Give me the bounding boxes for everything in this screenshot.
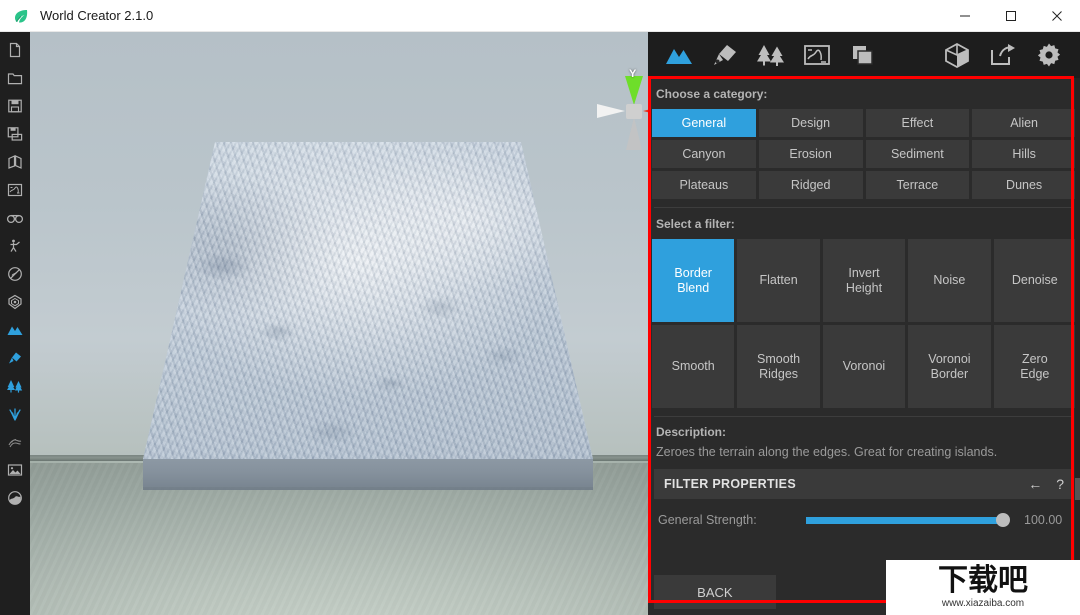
filter-button-voronoi[interactable]: Voronoi [823,325,905,408]
left-tool-rail [0,32,30,615]
watermark-text: 下载吧 [938,566,1028,596]
brush-icon[interactable] [0,344,30,372]
grass-icon[interactable] [0,400,30,428]
close-button[interactable] [1034,0,1080,32]
panel-body: Choose a category: General Design Effect… [648,78,1080,615]
general-strength-row: General Strength: 100.00 [648,499,1080,536]
leaf-logo-icon [10,5,32,27]
category-button-plateaus[interactable]: Plateaus [652,171,756,199]
filter-section-label: Select a filter: [648,208,1080,239]
description-label: Description: [648,417,1080,443]
right-panel: Choose a category: General Design Effect… [648,32,1080,615]
terrain-viewport[interactable]: Y X [30,32,648,615]
filter-button-border-blend[interactable]: BorderBlend [652,239,734,322]
import-heightmap-icon[interactable] [0,148,30,176]
camera-icon[interactable] [0,204,30,232]
category-grid: General Design Effect Alien Canyon Erosi… [648,109,1080,199]
filter-properties-title: FILTER PROPERTIES [664,477,796,491]
share-icon[interactable] [980,32,1026,78]
vegetation-tool-icon[interactable] [748,32,794,78]
title-bar: World Creator 2.1.0 [0,0,1080,32]
snow-mountain-terrain[interactable] [143,142,593,487]
panel-scrollbar-thumb[interactable] [1075,478,1080,500]
filter-button-denoise[interactable]: Denoise [994,239,1076,322]
category-button-effect[interactable]: Effect [866,109,970,137]
settings-gear-icon[interactable] [1026,32,1072,78]
terrain-tool-icon[interactable] [656,32,702,78]
terrain-shadow-noise [143,142,593,487]
filter-properties-header: FILTER PROPERTIES ← ? [654,469,1074,499]
filter-button-flatten[interactable]: Flatten [737,239,819,322]
filter-properties-actions: ← ? [1028,476,1064,492]
category-button-ridged[interactable]: Ridged [759,171,863,199]
category-button-erosion[interactable]: Erosion [759,140,863,168]
window-controls [942,0,1080,32]
back-button[interactable]: BACK [654,575,776,609]
category-button-hills[interactable]: Hills [972,140,1076,168]
axis-gizmo[interactable]: Y X [595,70,648,152]
sphere-icon[interactable] [0,484,30,512]
filter-button-zero-edge[interactable]: ZeroEdge [994,325,1076,408]
no-render-icon[interactable] [0,260,30,288]
category-button-design[interactable]: Design [759,109,863,137]
terrain-icon[interactable] [0,316,30,344]
description-text: Zeroes the terrain along the edges. Grea… [648,443,1080,469]
filter-button-voronoi-border[interactable]: VoronoiBorder [908,325,990,408]
app-window: World Creator 2.1.0 [0,0,1080,615]
category-button-general[interactable]: General [652,109,756,137]
question-mark-icon[interactable]: ? [1056,476,1064,492]
pose-icon[interactable] [0,232,30,260]
world-map-icon[interactable] [0,176,30,204]
save-icon[interactable] [0,92,30,120]
contour-icon[interactable] [0,428,30,456]
filter-button-noise[interactable]: Noise [908,239,990,322]
open-folder-icon[interactable] [0,64,30,92]
panel-toolbar [648,32,1080,78]
filter-grid: BorderBlend Flatten InvertHeight Noise D… [648,239,1080,408]
watermark: 下载吧 www.xiazaiba.com [886,560,1080,615]
layers-tool-icon[interactable] [840,32,886,78]
filter-button-invert-height[interactable]: InvertHeight [823,239,905,322]
filter-button-smooth[interactable]: Smooth [652,325,734,408]
export-object-icon[interactable] [934,32,980,78]
category-button-terrace[interactable]: Terrace [866,171,970,199]
minimize-button[interactable] [942,0,988,32]
save-as-icon[interactable] [0,120,30,148]
category-button-alien[interactable]: Alien [972,109,1076,137]
category-section-label: Choose a category: [648,78,1080,109]
general-strength-value: 100.00 [1016,513,1070,527]
category-button-dunes[interactable]: Dunes [972,171,1076,199]
category-button-canyon[interactable]: Canyon [652,140,756,168]
filter-button-smooth-ridges[interactable]: SmoothRidges [737,325,819,408]
new-file-icon[interactable] [0,36,30,64]
image-icon[interactable] [0,456,30,484]
slider-knob[interactable] [996,513,1010,527]
slider-fill [806,517,1008,524]
texture-tool-icon[interactable] [702,32,748,78]
shield-icon[interactable] [0,288,30,316]
map-tool-icon[interactable] [794,32,840,78]
trees-icon[interactable] [0,372,30,400]
general-strength-slider[interactable] [806,512,1008,528]
undo-arrow-icon[interactable]: ← [1028,476,1042,492]
watermark-url: www.xiazaiba.com [942,598,1024,609]
general-strength-label: General Strength: [658,513,798,527]
panel-scrollbar[interactable] [1075,78,1080,615]
category-button-sediment[interactable]: Sediment [866,140,970,168]
maximize-button[interactable] [988,0,1034,32]
gizmo-axis-y-label: Y [629,68,636,80]
window-title: World Creator 2.1.0 [40,8,153,23]
